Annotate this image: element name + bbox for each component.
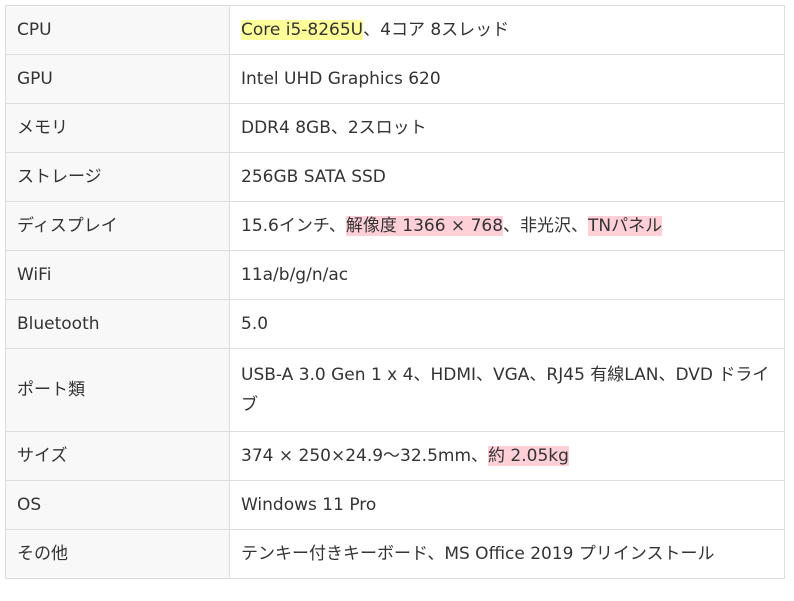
spec-row: ディスプレイ 15.6インチ、解像度 1366 × 768、非光沢、TNパネル	[5, 201, 785, 251]
spec-label: メモリ	[5, 103, 230, 153]
spec-value: USB-A 3.0 Gen 1 x 4、HDMI、VGA、RJ45 有線LAN、…	[229, 348, 785, 432]
spec-row: Bluetooth 5.0	[5, 299, 785, 349]
spec-label: ディスプレイ	[5, 201, 230, 251]
spec-row: OS Windows 11 Pro	[5, 480, 785, 530]
spec-label: ポート類	[5, 348, 230, 432]
spec-row: GPU Intel UHD Graphics 620	[5, 54, 785, 104]
spec-value-part: 11a/b/g/n/ac	[241, 265, 349, 285]
spec-value-part: 5.0	[241, 314, 269, 334]
spec-row: WiFi 11a/b/g/n/ac	[5, 250, 785, 300]
spec-label: その他	[5, 529, 230, 579]
spec-row: ポート類 USB-A 3.0 Gen 1 x 4、HDMI、VGA、RJ45 有…	[5, 348, 785, 432]
spec-label: Bluetooth	[5, 299, 230, 349]
spec-value: DDR4 8GB、2スロット	[229, 103, 785, 153]
spec-label: GPU	[5, 54, 230, 104]
spec-table-body: CPU Core i5-8265U、4コア 8スレッド GPU Intel UH…	[5, 5, 785, 579]
spec-label: ストレージ	[5, 152, 230, 202]
spec-label: サイズ	[5, 431, 230, 481]
spec-row: メモリ DDR4 8GB、2スロット	[5, 103, 785, 153]
spec-value: 5.0	[229, 299, 785, 349]
spec-value: 374 × 250×24.9～32.5mm、約 2.05kg	[229, 431, 785, 481]
spec-value-part: 374 × 250×24.9～32.5mm、	[241, 446, 489, 466]
spec-value: Intel UHD Graphics 620	[229, 54, 785, 104]
spec-value-part: 256GB SATA SSD	[241, 167, 386, 187]
spec-value: 11a/b/g/n/ac	[229, 250, 785, 300]
spec-value-part: Windows 11 Pro	[241, 495, 377, 515]
spec-row: サイズ 374 × 250×24.9～32.5mm、約 2.05kg	[5, 431, 785, 481]
spec-value-part: USB-A 3.0 Gen 1 x 4、HDMI、VGA、RJ45 有線LAN、…	[241, 365, 770, 415]
spec-label: CPU	[5, 5, 230, 55]
spec-value-part: 、非光沢、	[503, 216, 589, 236]
spec-value: Core i5-8265U、4コア 8スレッド	[229, 5, 785, 55]
spec-row: ストレージ 256GB SATA SSD	[5, 152, 785, 202]
spec-row: その他 テンキー付きキーボード、MS Office 2019 プリインストール	[5, 529, 785, 579]
spec-value-part: DDR4 8GB、2スロット	[241, 118, 427, 138]
spec-value: 256GB SATA SSD	[229, 152, 785, 202]
spec-value-part: Intel UHD Graphics 620	[241, 69, 441, 89]
spec-value-part: Core i5-8265U	[241, 20, 364, 40]
spec-table: CPU Core i5-8265U、4コア 8スレッド GPU Intel UH…	[5, 5, 785, 579]
spec-value-part: 、4コア 8スレッド	[363, 20, 510, 40]
spec-value-part: 約 2.05kg	[488, 446, 569, 466]
spec-value-part: 解像度 1366 × 768	[345, 216, 504, 236]
spec-value: Windows 11 Pro	[229, 480, 785, 530]
spec-value-part: 15.6インチ、	[241, 216, 346, 236]
spec-value: 15.6インチ、解像度 1366 × 768、非光沢、TNパネル	[229, 201, 785, 251]
spec-value: テンキー付きキーボード、MS Office 2019 プリインストール	[229, 529, 785, 579]
spec-value-part: TNパネル	[588, 216, 663, 236]
spec-label: OS	[5, 480, 230, 530]
spec-value-part: テンキー付きキーボード、MS Office 2019 プリインストール	[241, 544, 715, 564]
spec-label: WiFi	[5, 250, 230, 300]
spec-row: CPU Core i5-8265U、4コア 8スレッド	[5, 5, 785, 55]
